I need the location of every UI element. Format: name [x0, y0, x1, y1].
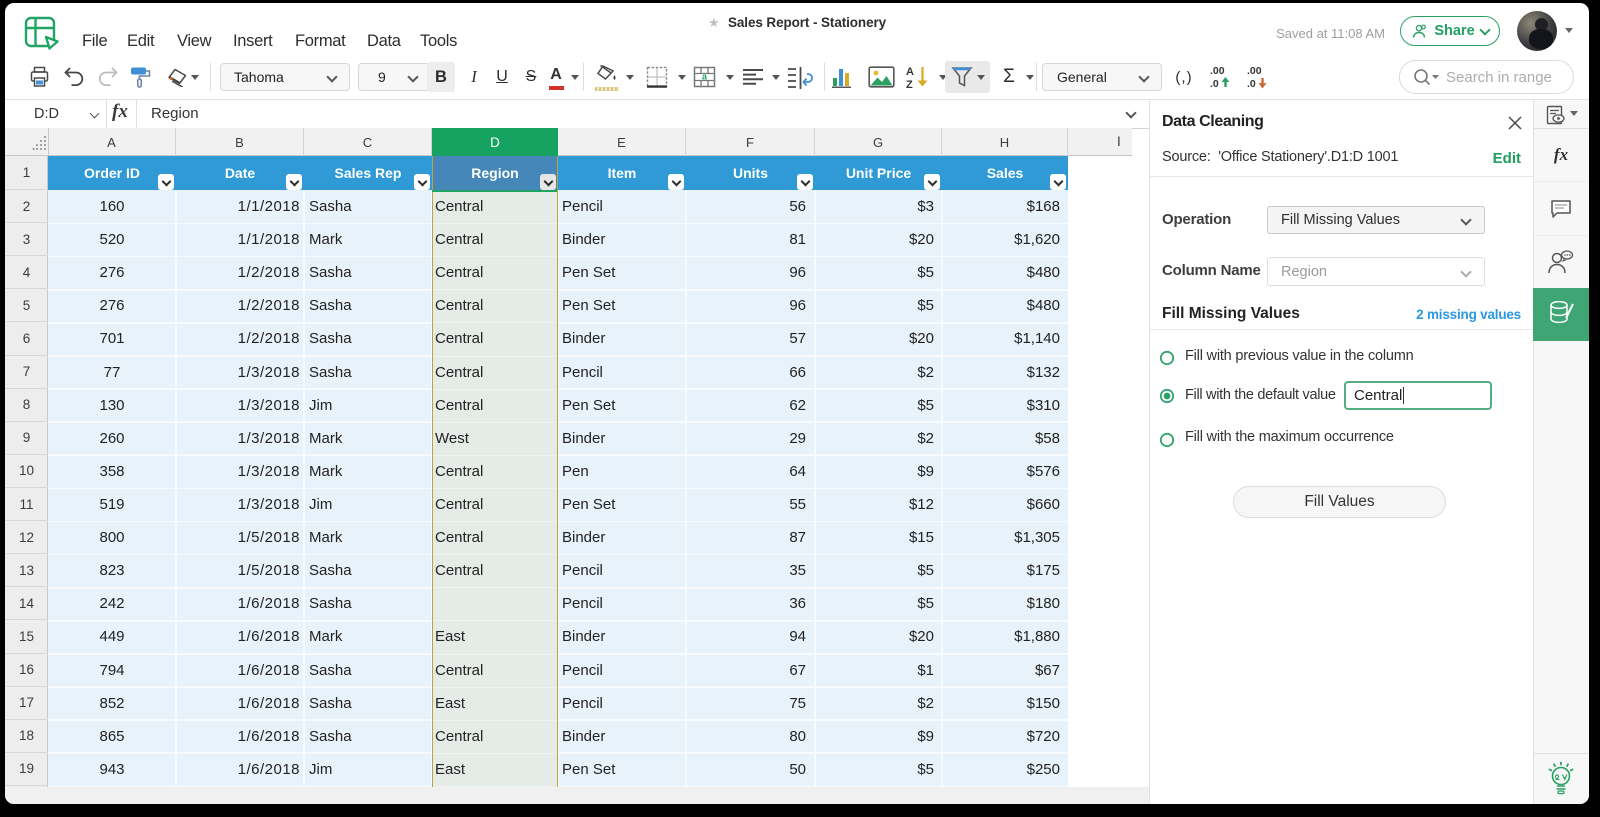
- svg-text:.0: .0: [1210, 78, 1219, 90]
- svg-text:.00: .00: [1210, 65, 1225, 77]
- svg-text:Z: Z: [906, 79, 913, 90]
- svg-text:.0: .0: [1247, 78, 1256, 90]
- svg-text:.00: .00: [1247, 65, 1262, 77]
- svg-text:A: A: [906, 66, 914, 78]
